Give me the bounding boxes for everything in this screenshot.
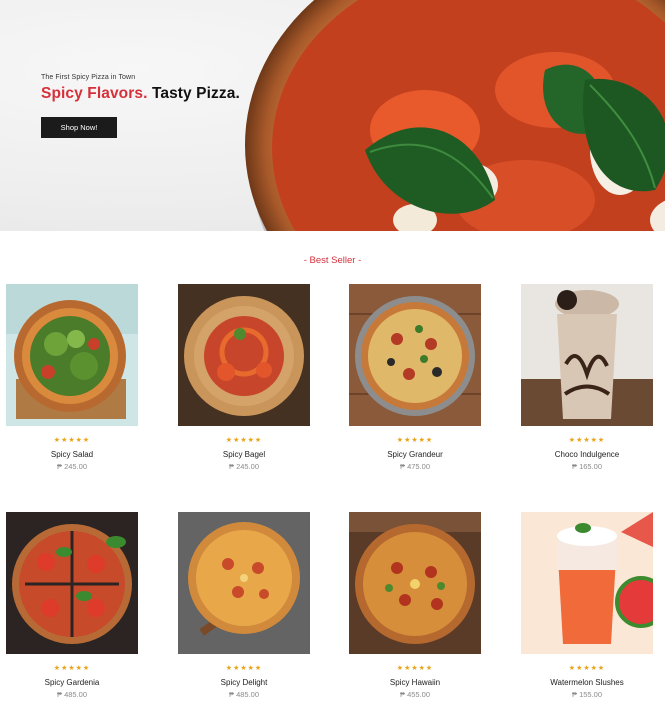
rating-stars: ★★★★★ (225, 665, 263, 672)
product-name[interactable]: Spicy Bagel (178, 450, 310, 459)
product-price: ₱ 485.00 (228, 690, 260, 699)
rating-stars: ★★★★★ (396, 665, 434, 672)
rating-stars: ★★★★★ (568, 437, 606, 444)
product-price: ₱ 475.00 (399, 462, 431, 471)
product-name[interactable]: Spicy Grandeur (349, 450, 481, 459)
hero-headline: Spicy Flavors. Tasty Pizza. (41, 85, 240, 103)
product-card[interactable]: ★★★★★ Spicy Salad ₱ 245.00 (6, 284, 138, 471)
product-price: ₱ 245.00 (228, 462, 260, 471)
product-name[interactable]: Spicy Gardenia (6, 678, 138, 687)
product-image-spicy-gardenia[interactable] (6, 512, 138, 654)
hero-headline-rest: Tasty Pizza. (151, 85, 240, 102)
product-name[interactable]: Spicy Hawaiin (349, 678, 481, 687)
hero-headline-accent: Spicy Flavors. (41, 85, 148, 102)
rating-stars: ★★★★★ (53, 665, 91, 672)
hero-banner: The First Spicy Pizza in Town Spicy Flav… (0, 0, 665, 231)
hero-pizza-image (245, 0, 665, 231)
product-image-spicy-salad[interactable] (6, 284, 138, 426)
product-card[interactable]: ★★★★★ Spicy Gardenia ₱ 485.00 (6, 512, 138, 699)
product-image-spicy-bagel[interactable] (178, 284, 310, 426)
product-price: ₱ 165.00 (571, 462, 603, 471)
product-card[interactable]: ★★★★★ Spicy Hawaiin ₱ 455.00 (349, 512, 481, 699)
product-name[interactable]: Watermelon Slushes (521, 678, 653, 687)
product-card[interactable]: ★★★★★ Spicy Grandeur ₱ 475.00 (349, 284, 481, 471)
rating-stars: ★★★★★ (396, 437, 434, 444)
product-image-choco-indulgence[interactable] (521, 284, 653, 426)
rating-stars: ★★★★★ (225, 437, 263, 444)
product-image-spicy-delight[interactable] (178, 512, 310, 654)
shop-now-button[interactable]: Shop Now! (41, 117, 117, 138)
product-price: ₱ 485.00 (56, 690, 88, 699)
rating-stars: ★★★★★ (53, 437, 91, 444)
product-image-spicy-grandeur[interactable] (349, 284, 481, 426)
product-image-watermelon-slushes[interactable] (521, 512, 653, 654)
hero-tagline: The First Spicy Pizza in Town (41, 74, 136, 81)
product-card[interactable]: ★★★★★ Spicy Bagel ₱ 245.00 (178, 284, 310, 471)
product-price: ₱ 455.00 (399, 690, 431, 699)
product-image-spicy-hawaiin[interactable] (349, 512, 481, 654)
product-card[interactable]: ★★★★★ Watermelon Slushes ₱ 155.00 (521, 512, 653, 699)
best-seller-heading: - Best Seller - (303, 255, 362, 266)
product-name[interactable]: Spicy Salad (6, 450, 138, 459)
product-price: ₱ 155.00 (571, 690, 603, 699)
product-name[interactable]: Spicy Delight (178, 678, 310, 687)
product-card[interactable]: ★★★★★ Spicy Delight ₱ 485.00 (178, 512, 310, 699)
rating-stars: ★★★★★ (568, 665, 606, 672)
product-price: ₱ 245.00 (56, 462, 88, 471)
product-card[interactable]: ★★★★★ Choco Indulgence ₱ 165.00 (521, 284, 653, 471)
product-name[interactable]: Choco Indulgence (521, 450, 653, 459)
